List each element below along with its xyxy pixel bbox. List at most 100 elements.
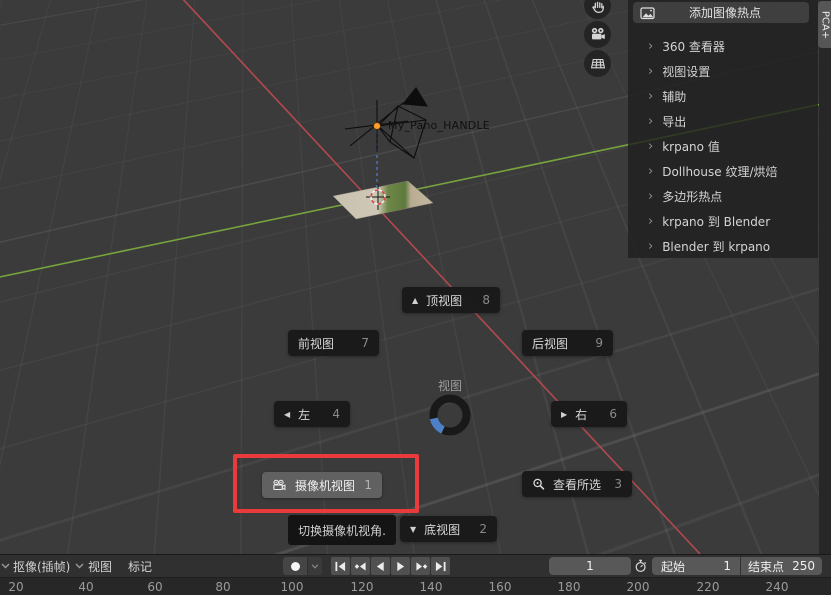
ruler-tick-label: 40 [78, 580, 93, 594]
record-options-dropdown[interactable] [308, 557, 322, 575]
ruler-tick-label: 160 [489, 580, 512, 594]
pie-item-label: 摄像机视图 [295, 477, 355, 494]
perspective-toggle-gizmo[interactable] [584, 50, 611, 77]
marker-menu[interactable]: 标记 [128, 555, 152, 577]
ruler-tick-label: 180 [558, 580, 581, 594]
chevron-right-icon: › [648, 190, 653, 203]
next-keyframe-icon [414, 561, 428, 572]
jump-to-start-button[interactable] [331, 557, 350, 575]
shortcut-key: 2 [479, 522, 487, 536]
play-reverse-button[interactable] [371, 557, 390, 575]
start-frame-value: 1 [723, 559, 731, 573]
object-origin-dot [374, 123, 381, 130]
chevron-right-icon: › [648, 65, 653, 78]
jump-to-end-button[interactable] [431, 557, 450, 575]
arrow-up-icon: ▲ [412, 296, 418, 305]
pie-menu-ring [428, 393, 472, 437]
end-frame-value: 250 [792, 559, 815, 573]
viewport-3d[interactable]: My_Pano_HANDLE [0, 0, 831, 554]
ruler-tick-label: 120 [351, 580, 374, 594]
sidebar-section-polygon-hotspot[interactable]: › 多边形热点 [648, 186, 722, 206]
chevron-right-icon: › [648, 40, 653, 53]
shortcut-key: 3 [614, 477, 622, 491]
shortcut-key: 9 [595, 336, 603, 350]
magnifier-icon [532, 478, 545, 491]
chevron-right-icon: › [648, 90, 653, 103]
auto-keying-group [283, 557, 322, 575]
prev-keyframe-button[interactable] [351, 557, 370, 575]
camera-view-gizmo[interactable] [584, 21, 611, 48]
ruler-tick-label: 20 [8, 580, 23, 594]
keying-menu[interactable]: 抠像(插帧) [13, 555, 84, 577]
arrow-right-icon: ▶ [561, 410, 567, 419]
sidebar-section-label: Dollhouse 纹理/烘焙 [662, 163, 777, 180]
sidebar-panel-header[interactable]: 添加图像热点 [633, 2, 809, 23]
prev-keyframe-icon [354, 561, 368, 572]
sidebar-section-label: 360 查看器 [662, 38, 725, 55]
chevron-right-icon: › [648, 115, 653, 128]
sidebar-section-blender-to-krpano[interactable]: › Blender 到 krpano [648, 236, 770, 256]
pie-item-top-view[interactable]: ▲ 顶视图 8 [402, 287, 500, 313]
shortcut-key: 8 [482, 293, 490, 307]
movie-camera-icon [272, 479, 287, 492]
current-frame-field[interactable]: 1 [549, 557, 631, 575]
next-keyframe-button[interactable] [411, 557, 430, 575]
jump-to-end-icon [434, 561, 447, 572]
pie-item-back-view[interactable]: 后视图 9 [522, 330, 613, 356]
end-frame-field[interactable]: 结束点 250 [741, 557, 822, 575]
chevron-right-icon: › [648, 165, 653, 178]
end-frame-label: 结束点 [748, 558, 784, 575]
ruler-tick-label: 240 [766, 580, 789, 594]
ruler-tick-label: 80 [215, 580, 230, 594]
sidebar-tab-pca[interactable]: PCA+ [818, 1, 831, 48]
panel-title: 添加图像热点 [655, 4, 809, 21]
pie-item-right-view[interactable]: ▶ 右 6 [551, 401, 627, 427]
image-icon [640, 6, 655, 20]
pie-item-view-selected[interactable]: 查看所选 3 [522, 471, 632, 497]
sidebar-section-label: krpano 到 Blender [662, 213, 770, 230]
ruler-tick-label: 220 [697, 580, 720, 594]
keying-menu-label: 抠像(插帧) [13, 558, 70, 575]
view-menu[interactable]: 视图 [88, 555, 112, 577]
timeline-ruler[interactable]: 20 40 60 80 100 120 140 160 180 200 220 … [0, 577, 831, 595]
start-frame-field[interactable]: 起始 1 [652, 557, 740, 575]
play-reverse-icon [374, 561, 387, 572]
shortcut-key: 6 [609, 407, 617, 421]
pie-item-bottom-view[interactable]: ▼ 底视图 2 [400, 516, 497, 542]
frame-range-group: 起始 1 结束点 250 [652, 557, 822, 575]
sidebar-section-view-settings[interactable]: › 视图设置 [648, 61, 710, 81]
playback-controls [331, 557, 450, 575]
pie-item-camera-view[interactable]: 摄像机视图 1 [262, 472, 382, 498]
view-menu-label: 视图 [88, 558, 112, 575]
pie-item-front-view[interactable]: 前视图 7 [288, 330, 379, 356]
shortcut-key: 7 [361, 336, 369, 350]
sidebar-section-label: krpano 值 [662, 138, 720, 155]
play-button[interactable] [391, 557, 410, 575]
marker-menu-label: 标记 [128, 558, 152, 575]
sidebar-section-dollhouse[interactable]: › Dollhouse 纹理/烘焙 [648, 161, 778, 181]
ruler-tick-label: 140 [420, 580, 443, 594]
sidebar-panel: 添加图像热点 › 360 查看器 › 视图设置 › 辅助 › 导出 › krpa… [628, 0, 818, 258]
sidebar-section-export[interactable]: › 导出 [648, 111, 686, 131]
chevron-down-icon [75, 563, 84, 569]
start-frame-label: 起始 [661, 558, 685, 575]
pie-item-label: 顶视图 [426, 292, 462, 309]
pie-item-left-view[interactable]: ◀ 左 4 [274, 401, 350, 427]
sidebar-section-assist[interactable]: › 辅助 [648, 86, 686, 106]
chevron-down-icon [1, 563, 10, 569]
arrow-left-icon: ◀ [284, 410, 290, 419]
sidebar-section-360-viewer[interactable]: › 360 查看器 [648, 36, 725, 56]
sidebar-tab-label: PCA+ [819, 10, 830, 38]
pie-menu-title: 视图 [414, 377, 486, 394]
record-button[interactable] [283, 557, 307, 575]
sidebar-section-krpano-values[interactable]: › krpano 值 [648, 136, 720, 156]
jump-to-start-icon [334, 561, 347, 572]
play-icon [394, 561, 407, 572]
object-label: My_Pano_HANDLE [388, 119, 490, 132]
arrow-down-icon: ▼ [410, 525, 416, 534]
pie-item-label: 右 [575, 406, 587, 423]
sidebar-section-krpano-to-blender[interactable]: › krpano 到 Blender [648, 211, 770, 231]
sidebar-section-label: Blender 到 krpano [662, 238, 770, 255]
use-preview-range-button[interactable] [632, 557, 650, 575]
editor-type-dropdown[interactable] [1, 555, 10, 577]
